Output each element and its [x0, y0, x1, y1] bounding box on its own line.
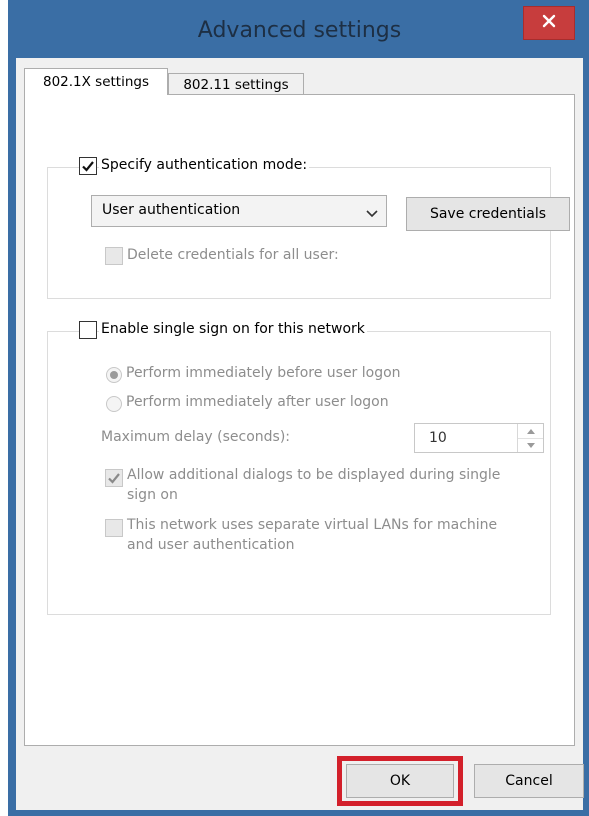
specify-auth-mode-label: Specify authentication mode: — [99, 157, 310, 173]
ok-button[interactable]: OK — [346, 764, 454, 798]
max-delay-label: Maximum delay (seconds): — [101, 429, 290, 445]
window-title: Advanced settings — [197, 18, 402, 43]
radio-after-logon-label: Perform immediately after user logon — [126, 394, 389, 410]
cancel-button[interactable]: Cancel — [474, 764, 584, 798]
spin-down-button[interactable] — [518, 438, 543, 452]
separate-vlans-checkbox[interactable] — [105, 519, 123, 537]
caret-down-icon — [526, 442, 535, 448]
close-icon — [542, 14, 556, 32]
allow-dialogs-label-line2: sign on — [127, 487, 178, 503]
tab-8021x-settings[interactable]: 802.1X settings — [24, 68, 168, 95]
allow-dialogs-checkbox[interactable] — [105, 469, 123, 487]
auth-mode-dropdown[interactable]: User authentication — [91, 195, 387, 227]
max-delay-spinner[interactable]: 10 — [414, 423, 544, 453]
separate-vlans-label-line1: This network uses separate virtual LANs … — [127, 517, 498, 533]
radio-before-logon[interactable] — [106, 367, 122, 383]
advanced-settings-window: Advanced settings 802.1X settings 802.11… — [8, 0, 589, 816]
separate-vlans-label-line2: and user authentication — [127, 537, 295, 553]
allow-dialogs-label-line1: Allow additional dialogs to be displayed… — [127, 467, 501, 483]
checkmark-icon — [108, 473, 120, 484]
radio-selected-dot — [110, 371, 118, 379]
tab-80211-settings[interactable]: 802.11 settings — [168, 73, 304, 95]
checkmark-icon — [82, 161, 94, 172]
title-bar[interactable]: Advanced settings — [8, 0, 589, 58]
enable-sso-checkbox[interactable] — [79, 321, 97, 339]
chevron-down-icon — [366, 206, 378, 222]
dialog-client-area: 802.1X settings 802.11 settings Specify … — [16, 58, 584, 810]
spinner-arrows — [517, 424, 543, 452]
close-button[interactable] — [523, 6, 575, 40]
delete-credentials-label: Delete credentials for all user: — [127, 247, 339, 263]
delete-credentials-checkbox[interactable] — [105, 247, 123, 265]
caret-up-icon — [526, 428, 535, 434]
max-delay-value: 10 — [429, 430, 447, 446]
tab-panel-8021x: Specify authentication mode: User authen… — [24, 94, 575, 746]
enable-sso-label: Enable single sign on for this network — [99, 321, 367, 337]
authentication-group — [47, 167, 551, 299]
radio-before-logon-label: Perform immediately before user logon — [126, 365, 401, 381]
save-credentials-button[interactable]: Save credentials — [406, 197, 570, 231]
specify-auth-mode-checkbox[interactable] — [79, 157, 97, 175]
spin-up-button[interactable] — [518, 424, 543, 439]
auth-mode-value: User authentication — [102, 202, 241, 218]
radio-after-logon[interactable] — [106, 396, 122, 412]
